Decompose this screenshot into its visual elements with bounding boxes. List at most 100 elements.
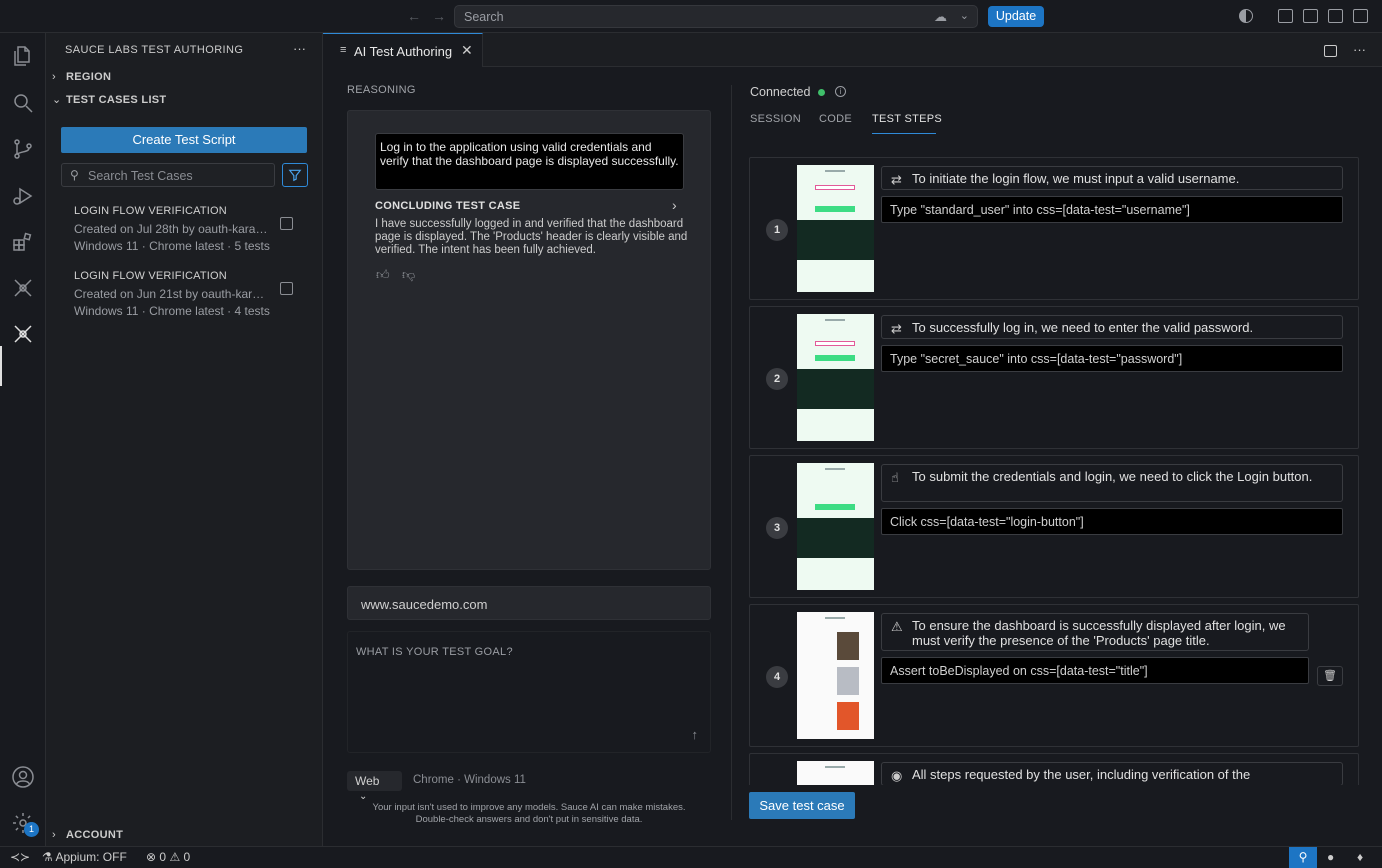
explorer-icon[interactable]: [11, 44, 35, 68]
delete-step-button[interactable]: 🗑︎: [1317, 666, 1343, 686]
step-screenshot[interactable]: [797, 463, 874, 590]
shot-header: [825, 617, 845, 619]
test-step[interactable]: 1 ⇄ To initiate the login flow, we must …: [749, 157, 1359, 300]
tab-session[interactable]: SESSION: [750, 113, 801, 125]
run-debug-icon[interactable]: [11, 184, 35, 208]
problems-status[interactable]: ⊗ 0 ⚠ 0: [146, 850, 190, 864]
step-action-field[interactable]: Type "standard_user" into css=[data-test…: [881, 196, 1343, 223]
url-field[interactable]: www.saucedemo.com: [347, 586, 711, 620]
forward-arrow-icon[interactable]: →: [432, 8, 446, 24]
wrap-icon: ⇄: [891, 172, 902, 187]
chevron-right-icon[interactable]: ›: [672, 197, 677, 213]
thumbs-up-icon[interactable]: 👍︎: [376, 267, 390, 283]
extensions-icon[interactable]: [11, 230, 35, 254]
appium-status[interactable]: ⚗ Appium: OFF: [42, 850, 127, 864]
filter-button[interactable]: [282, 163, 308, 187]
environment-label: Chrome · Windows 11: [413, 774, 526, 786]
reasoning-label: REASONING: [347, 84, 416, 96]
close-icon[interactable]: ✕: [461, 42, 473, 59]
tab-test-steps[interactable]: TEST STEPS: [872, 113, 942, 125]
sauce-test-authoring-icon[interactable]: [11, 322, 35, 346]
chevron-down-icon: ⌄: [359, 791, 368, 802]
toggle-secondary-sidebar-icon[interactable]: [1353, 9, 1368, 23]
notifications-bell-icon[interactable]: ♦: [1357, 850, 1363, 864]
step-screenshot[interactable]: [797, 165, 874, 292]
mode-select[interactable]: Web ⌄: [347, 771, 402, 802]
search-icon[interactable]: [11, 91, 35, 115]
step-action-field[interactable]: Type "secret_sauce" into css=[data-test=…: [881, 345, 1343, 372]
test-case-meta: Windows 11 · Chrome latest · 4 tests: [74, 304, 270, 318]
step-number: 2: [766, 368, 788, 390]
wrap-icon: ⇄: [891, 321, 902, 336]
toggle-sidebar-icon[interactable]: [1278, 9, 1293, 23]
copilot-status-icon[interactable]: ●: [1327, 850, 1334, 864]
sauce-labs-icon[interactable]: [11, 276, 35, 300]
more-actions-icon[interactable]: ···: [293, 41, 306, 56]
update-button[interactable]: Update: [988, 6, 1044, 27]
info-icon[interactable]: i: [835, 86, 846, 97]
step-reason: ◉ All steps requested by the user, inclu…: [881, 762, 1343, 785]
tab-code[interactable]: CODE: [819, 113, 852, 125]
test-cases-section-header[interactable]: ⌄ TEST CASES LIST: [52, 93, 166, 106]
step-action-field[interactable]: Assert toBeDisplayed on css=[data-test="…: [881, 657, 1309, 684]
open-external-icon[interactable]: [280, 217, 293, 230]
disclaimer-line: Double-check answers and don't put in se…: [415, 814, 643, 825]
customize-layout-icon[interactable]: [1303, 9, 1318, 23]
source-control-icon[interactable]: [11, 137, 35, 161]
open-external-icon[interactable]: [280, 282, 293, 295]
back-arrow-icon[interactable]: ←: [407, 8, 421, 24]
alert-icon: ⚠: [891, 619, 903, 634]
chevron-down-icon[interactable]: ⌄: [960, 9, 969, 22]
step-number: 3: [766, 517, 788, 539]
test-step[interactable]: 4 ⚠ To ensure the dashboard is successfu…: [749, 604, 1359, 747]
send-arrow-icon[interactable]: ↑: [692, 727, 699, 742]
command-search-box[interactable]: Search ☁ ⌄: [454, 5, 978, 28]
step-number: 1: [766, 219, 788, 241]
test-step[interactable]: 2 ⇄ To successfully log in, we need to e…: [749, 306, 1359, 449]
editor-actions: ···: [1324, 42, 1366, 57]
step-reason-text: To submit the credentials and login, we …: [912, 469, 1313, 484]
test-step[interactable]: ◉ All steps requested by the user, inclu…: [749, 753, 1359, 785]
create-test-script-button[interactable]: Create Test Script: [61, 127, 307, 153]
shot-panel: [797, 369, 874, 409]
appium-label: Appium: OFF: [55, 850, 127, 864]
shot-header: [825, 319, 845, 321]
test-case-item[interactable]: LOGIN FLOW VERIFICATION Created on Jul 2…: [74, 205, 314, 253]
activity-bar: 1: [0, 33, 46, 846]
more-actions-icon[interactable]: ···: [1353, 42, 1366, 57]
split-editor-icon[interactable]: [1324, 44, 1338, 57]
copilot-icon[interactable]: ☁: [934, 9, 947, 25]
save-test-case-button[interactable]: Save test case: [749, 792, 855, 819]
test-goal-input[interactable]: WHAT IS YOUR TEST GOAL? ↑: [347, 631, 711, 753]
errors-count: 0: [159, 850, 167, 864]
chevron-right-icon: ›: [52, 71, 56, 83]
accounts-theme-icon[interactable]: [1239, 9, 1253, 23]
test-case-title: LOGIN FLOW VERIFICATION: [74, 270, 227, 282]
warnings-count: 0: [183, 850, 191, 864]
search-test-cases-input[interactable]: ⚲ Search Test Cases: [61, 163, 275, 187]
step-screenshot[interactable]: [797, 761, 874, 785]
zoom-icon[interactable]: ⚲: [1289, 847, 1317, 868]
settings-badge: 1: [24, 822, 39, 837]
test-case-meta: Windows 11 · Chrome latest · 5 tests: [74, 239, 270, 253]
shot-header: [825, 468, 845, 470]
step-reason: ⇄ To successfully log in, we need to ent…: [881, 315, 1343, 339]
search-icon: ⚲: [70, 168, 79, 182]
tab-ai-test-authoring[interactable]: ≡ AI Test Authoring ✕: [323, 33, 483, 67]
step-action-field[interactable]: Click css=[data-test="login-button"]: [881, 508, 1343, 535]
account-icon[interactable]: [11, 765, 35, 789]
step-screenshot[interactable]: [797, 314, 874, 441]
tab-label: AI Test Authoring: [354, 44, 453, 59]
test-step[interactable]: 3 ☝ To submit the credentials and login,…: [749, 455, 1359, 598]
test-steps-list[interactable]: 1 ⇄ To initiate the login flow, we must …: [749, 157, 1359, 785]
step-screenshot[interactable]: [797, 612, 874, 739]
step-reason-text: To successfully log in, we need to enter…: [912, 320, 1254, 335]
thumbs-down-icon[interactable]: 👎︎: [402, 267, 415, 283]
test-case-item[interactable]: LOGIN FLOW VERIFICATION Created on Jun 2…: [74, 270, 314, 318]
remote-icon[interactable]: ≺≻: [10, 850, 30, 864]
warning-icon: ⚠: [169, 850, 181, 864]
test-case-created: Created on Jul 28th by oauth-karan-mehta: [74, 222, 270, 236]
region-section-header[interactable]: › REGION: [52, 71, 111, 83]
toggle-panel-icon[interactable]: [1328, 9, 1343, 23]
account-section-header[interactable]: › ACCOUNT: [52, 829, 123, 841]
